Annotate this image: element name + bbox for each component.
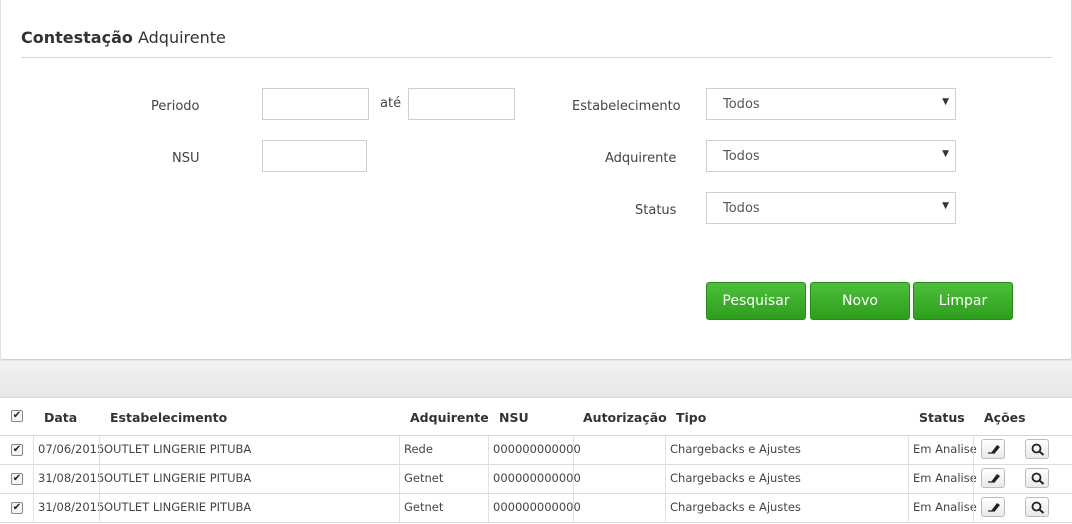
cell-data: 31/08/2015 [38, 471, 105, 485]
estabelecimento-select-value: Todos [723, 97, 760, 112]
edit-button[interactable] [981, 497, 1005, 517]
header-nsu[interactable]: NSU [499, 410, 529, 425]
header-tipo[interactable]: Tipo [676, 410, 706, 425]
status-select-value: Todos [723, 201, 760, 216]
periodo-end-input[interactable] [408, 88, 515, 120]
search-icon [1031, 443, 1045, 456]
cell-estabelecimento: OUTLET LINGERIE PITUBA [104, 442, 252, 456]
check-icon: ✔ [12, 502, 22, 513]
header-autorizacao[interactable]: Autorização [583, 410, 667, 425]
cell-estabelecimento: OUTLET LINGERIE PITUBA [104, 471, 252, 485]
cell-adquirente: Rede [404, 442, 433, 456]
adquirente-select[interactable]: Todos ▼ [706, 140, 956, 172]
estabelecimento-label: Estabelecimento [572, 99, 681, 114]
eraser-icon [988, 445, 1000, 454]
page-title-bold: Contestação [21, 28, 133, 47]
header-estabelecimento[interactable]: Estabelecimento [110, 410, 227, 425]
row-checkbox[interactable]: ✔ [11, 444, 23, 456]
periodo-start-input[interactable] [262, 88, 369, 120]
view-button[interactable] [1025, 497, 1049, 517]
check-icon: ✔ [12, 473, 22, 484]
title-divider [21, 57, 1052, 58]
cell-status: Em Analise [913, 500, 977, 514]
search-icon [1031, 501, 1045, 514]
page-title: Contestação Adquirente [21, 28, 226, 47]
periodo-label: Periodo [151, 99, 200, 114]
view-button[interactable] [1025, 439, 1049, 459]
cell-adquirente: Getnet [404, 471, 444, 485]
cell-data: 07/06/2015 [38, 442, 105, 456]
search-icon [1031, 472, 1045, 485]
cell-data: 31/08/2015 [38, 500, 105, 514]
status-label: Status [635, 203, 677, 218]
table-row[interactable]: ✔ 31/08/2015 OUTLET LINGERIE PITUBA Getn… [0, 494, 1072, 523]
limpar-button[interactable]: Limpar [913, 282, 1013, 320]
caret-down-icon: ▼ [942, 149, 949, 159]
table-row[interactable]: ✔ 07/06/2015 OUTLET LINGERIE PITUBA Rede… [0, 436, 1072, 465]
table-row[interactable]: ✔ 31/08/2015 OUTLET LINGERIE PITUBA Getn… [0, 465, 1072, 494]
edit-button[interactable] [981, 468, 1005, 488]
header-data[interactable]: Data [44, 410, 77, 425]
cell-tipo: Chargebacks e Ajustes [670, 442, 801, 456]
select-all-checkbox[interactable]: ✔ [11, 410, 23, 422]
status-select[interactable]: Todos ▼ [706, 192, 956, 224]
cell-nsu: 000000000000 [493, 471, 581, 485]
adquirente-label: Adquirente [605, 151, 677, 166]
nsu-input[interactable] [262, 140, 367, 172]
novo-button[interactable]: Novo [810, 282, 910, 320]
eraser-icon [988, 474, 1000, 483]
cell-status: Em Analise [913, 442, 977, 456]
filter-panel: Contestação Adquirente Periodo até NSU E… [0, 0, 1072, 360]
check-icon: ✔ [12, 410, 22, 421]
cell-tipo: Chargebacks e Ajustes [670, 500, 801, 514]
section-gap [0, 361, 1072, 397]
page-title-rest: Adquirente [137, 28, 226, 47]
caret-down-icon: ▼ [942, 97, 949, 107]
cell-tipo: Chargebacks e Ajustes [670, 471, 801, 485]
header-adquirente[interactable]: Adquirente [410, 410, 489, 425]
check-icon: ✔ [12, 444, 22, 455]
header-acoes: Ações [984, 410, 1026, 425]
row-checkbox[interactable]: ✔ [11, 502, 23, 514]
pesquisar-button[interactable]: Pesquisar [706, 282, 806, 320]
adquirente-select-value: Todos [723, 149, 760, 164]
cell-status: Em Analise [913, 471, 977, 485]
cell-nsu: 000000000000 [493, 442, 581, 456]
results-table: ✔ Data Estabelecimento Adquirente NSU Au… [0, 397, 1072, 524]
ate-label: até [380, 96, 402, 111]
estabelecimento-select[interactable]: Todos ▼ [706, 88, 956, 120]
nsu-label: NSU [172, 151, 200, 166]
view-button[interactable] [1025, 468, 1049, 488]
cell-adquirente: Getnet [404, 500, 444, 514]
cell-nsu: 000000000000 [493, 500, 581, 514]
eraser-icon [988, 503, 1000, 512]
table-header: ✔ Data Estabelecimento Adquirente NSU Au… [0, 398, 1072, 436]
row-checkbox[interactable]: ✔ [11, 473, 23, 485]
cell-estabelecimento: OUTLET LINGERIE PITUBA [104, 500, 252, 514]
header-status[interactable]: Status [919, 410, 965, 425]
caret-down-icon: ▼ [942, 201, 949, 211]
edit-button[interactable] [981, 439, 1005, 459]
